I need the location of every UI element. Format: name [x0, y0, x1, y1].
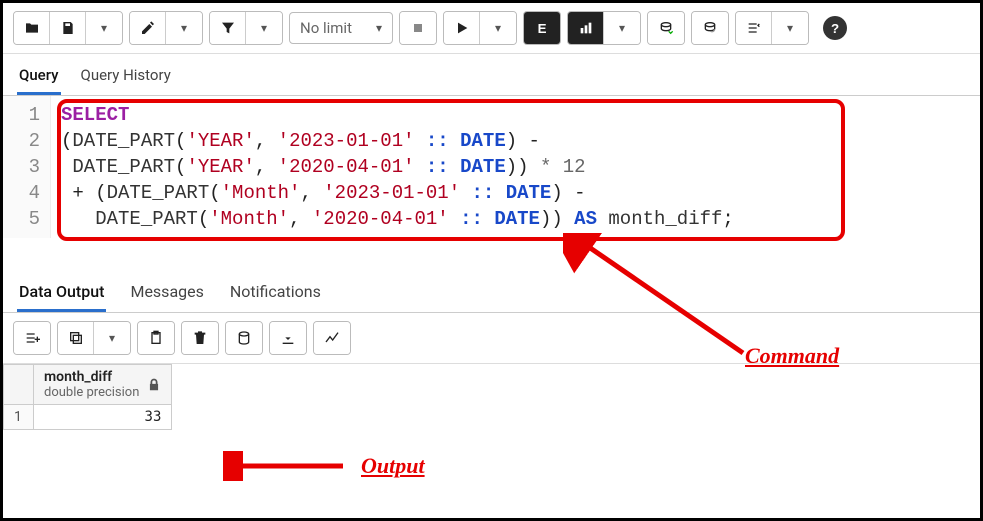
tab-query-history[interactable]: Query History: [79, 60, 173, 95]
tab-messages[interactable]: Messages: [128, 278, 205, 312]
paste-button[interactable]: [138, 322, 174, 354]
output-arrow: [223, 451, 353, 481]
cell-value[interactable]: 33: [34, 405, 172, 430]
help-button[interactable]: ?: [815, 12, 855, 44]
add-row-button[interactable]: [14, 322, 50, 354]
tab-data-output[interactable]: Data Output: [17, 278, 106, 312]
filter-button[interactable]: [210, 12, 246, 44]
execute-dropdown[interactable]: ▾: [480, 12, 516, 44]
limit-label: No limit: [300, 19, 352, 37]
open-button[interactable]: [14, 12, 50, 44]
edit-dropdown[interactable]: ▾: [166, 12, 202, 44]
output-annotation: Output: [361, 453, 425, 479]
stop-button[interactable]: [400, 12, 436, 44]
save-button[interactable]: [50, 12, 86, 44]
delete-button[interactable]: [182, 322, 218, 354]
explain-button[interactable]: E: [524, 12, 560, 44]
analyze-button[interactable]: [568, 12, 604, 44]
copy-dropdown[interactable]: ▾: [94, 322, 130, 354]
result-table: month_diff double precision 1 33: [3, 364, 172, 430]
main-toolbar: ▾ ▾ ▾ No limit ▾ ▾ E ▾: [3, 3, 980, 54]
line-gutter: 1 2 3 4 5: [3, 96, 51, 238]
column-type: double precision: [44, 385, 139, 400]
row-number: 1: [4, 405, 34, 430]
filter-dropdown[interactable]: ▾: [246, 12, 282, 44]
column-header[interactable]: month_diff double precision: [34, 365, 172, 405]
commit-button[interactable]: [648, 12, 684, 44]
save-data-button[interactable]: [226, 322, 262, 354]
macros-button[interactable]: [736, 12, 772, 44]
result-tabs: Data Output Messages Notifications: [3, 268, 980, 313]
rollback-button[interactable]: [692, 12, 728, 44]
column-name: month_diff: [44, 369, 139, 385]
macros-dropdown[interactable]: ▾: [772, 12, 808, 44]
execute-button[interactable]: [444, 12, 480, 44]
code-area[interactable]: SELECT (DATE_PART('YEAR', '2023-01-01' :…: [51, 96, 744, 238]
limit-select[interactable]: No limit ▾: [289, 12, 393, 44]
download-button[interactable]: [270, 322, 306, 354]
save-dropdown[interactable]: ▾: [86, 12, 122, 44]
sql-editor[interactable]: 1 2 3 4 5 SELECT (DATE_PART('YEAR', '202…: [3, 96, 980, 238]
command-annotation: Command: [745, 343, 839, 369]
lock-icon: [147, 378, 161, 392]
edit-button[interactable]: [130, 12, 166, 44]
tab-query[interactable]: Query: [17, 60, 61, 95]
editor-tabs: Query Query History: [3, 54, 980, 96]
rownum-header: [4, 365, 34, 405]
tab-notifications[interactable]: Notifications: [228, 278, 323, 312]
copy-button[interactable]: [58, 322, 94, 354]
graph-button[interactable]: [314, 322, 350, 354]
table-row[interactable]: 1 33: [4, 405, 172, 430]
analyze-dropdown[interactable]: ▾: [604, 12, 640, 44]
help-icon: ?: [823, 16, 847, 40]
